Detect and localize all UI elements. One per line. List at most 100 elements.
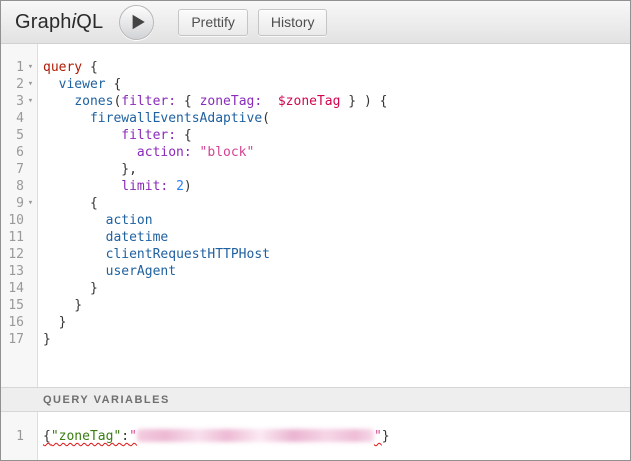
code-token [262, 94, 278, 109]
code-line: clientRequestHTTPHost [43, 246, 630, 263]
gutter-row: 1 [1, 428, 37, 445]
line-number: 14 [8, 280, 24, 297]
logo-text-ql: QL [76, 11, 103, 33]
code-token: 2 [176, 179, 184, 194]
gutter-row: 6 [1, 144, 37, 161]
code-token: clientRequestHTTPHost [106, 247, 270, 262]
app-logo: GraphiQL [15, 11, 103, 34]
gutter-row: 14 [1, 280, 37, 297]
redacted-value [137, 429, 374, 442]
code-token [43, 128, 121, 143]
code-token: } [43, 315, 66, 330]
gutter-row: 8 [1, 178, 37, 195]
history-button[interactable]: History [258, 9, 328, 36]
line-number: 16 [8, 314, 24, 331]
gutter-row: 10 [1, 212, 37, 229]
code-token: firewallEventsAdaptive [90, 111, 262, 126]
variables-line-number-gutter: 1 [1, 412, 38, 460]
gutter-row: 13 [1, 263, 37, 280]
code-line: limit: 2) [43, 178, 630, 195]
fold-arrow-icon[interactable]: ▾ [24, 59, 37, 76]
gutter-row: 9▾ [1, 195, 37, 212]
line-number: 10 [8, 212, 24, 229]
code-token: filter: [121, 94, 176, 109]
code-line: viewer { [43, 76, 630, 93]
fold-arrow-icon[interactable]: ▾ [24, 195, 37, 212]
gutter-row: 2▾ [1, 76, 37, 93]
gutter-row: 1▾ [1, 59, 37, 76]
code-token: action: [137, 145, 192, 160]
code-token [43, 179, 121, 194]
line-number: 5 [16, 127, 24, 144]
line-number: 15 [8, 297, 24, 314]
line-number: 7 [16, 161, 24, 178]
code-line: firewallEventsAdaptive( [43, 110, 630, 127]
line-number: 3 [16, 93, 24, 110]
code-token: { [176, 94, 199, 109]
code-token: viewer [59, 77, 106, 92]
code-token: " [374, 429, 382, 444]
code-line: } [43, 331, 630, 348]
code-line: datetime [43, 229, 630, 246]
line-number: 4 [16, 110, 24, 127]
line-number: 6 [16, 144, 24, 161]
code-token: ( [262, 111, 270, 126]
fold-arrow-icon[interactable]: ▾ [24, 76, 37, 93]
code-token: { [43, 429, 51, 444]
code-token: datetime [106, 230, 169, 245]
query-code-area[interactable]: query { viewer { zones(filter: { zoneTag… [38, 44, 630, 387]
query-variables-header[interactable]: QUERY VARIABLES [1, 387, 630, 412]
code-token [43, 213, 106, 228]
line-number: 13 [8, 263, 24, 280]
query-editor: 1▾2▾3▾456789▾1011121314151617 query { vi… [1, 44, 630, 387]
line-number: 17 [8, 331, 24, 348]
code-token: "zoneTag" [51, 429, 121, 444]
toolbar: GraphiQL Prettify History [1, 1, 630, 44]
execute-query-button[interactable] [119, 5, 154, 40]
code-line: zones(filter: { zoneTag: $zoneTag } ) { [43, 93, 630, 110]
graphiql-app: GraphiQL Prettify History 1▾2▾3▾456789▾1… [0, 0, 631, 461]
code-token: { [82, 60, 98, 75]
code-token [168, 179, 176, 194]
gutter-row: 3▾ [1, 93, 37, 110]
code-line: {"zoneTag":""} [43, 428, 630, 445]
line-number-gutter: 1▾2▾3▾456789▾1011121314151617 [1, 44, 38, 387]
variables-code-area[interactable]: {"zoneTag":""} [38, 412, 630, 460]
code-token: userAgent [106, 264, 176, 279]
line-number: 12 [8, 246, 24, 263]
line-number: 11 [8, 229, 24, 246]
code-token: "block" [200, 145, 255, 160]
gutter-row: 4 [1, 110, 37, 127]
code-line: userAgent [43, 263, 630, 280]
code-token: } [43, 332, 51, 347]
gutter-row: 12 [1, 246, 37, 263]
code-token [43, 94, 74, 109]
code-token: } [43, 298, 82, 313]
line-number: 8 [16, 178, 24, 195]
code-line: } [43, 297, 630, 314]
code-token: } [382, 429, 390, 444]
line-number: 9 [16, 195, 24, 212]
logo-text: Graph [15, 11, 72, 33]
code-line: action: "block" [43, 144, 630, 161]
code-token: }, [43, 162, 137, 177]
code-line: { [43, 195, 630, 212]
code-token: ) [184, 179, 192, 194]
code-line: }, [43, 161, 630, 178]
gutter-row: 11 [1, 229, 37, 246]
code-token: zones [74, 94, 113, 109]
code-line: action [43, 212, 630, 229]
variables-editor: 1 {"zoneTag":""} [1, 412, 630, 460]
prettify-button[interactable]: Prettify [178, 9, 248, 36]
code-token: " [129, 429, 137, 444]
line-number: 1 [16, 428, 24, 445]
line-number: 1 [16, 59, 24, 76]
fold-arrow-icon[interactable]: ▾ [24, 93, 37, 110]
code-line: filter: { [43, 127, 630, 144]
code-token: { [106, 77, 122, 92]
gutter-row: 5 [1, 127, 37, 144]
code-token: : [121, 429, 129, 444]
code-token [43, 230, 106, 245]
code-token: { [43, 196, 98, 211]
play-icon [120, 5, 153, 39]
